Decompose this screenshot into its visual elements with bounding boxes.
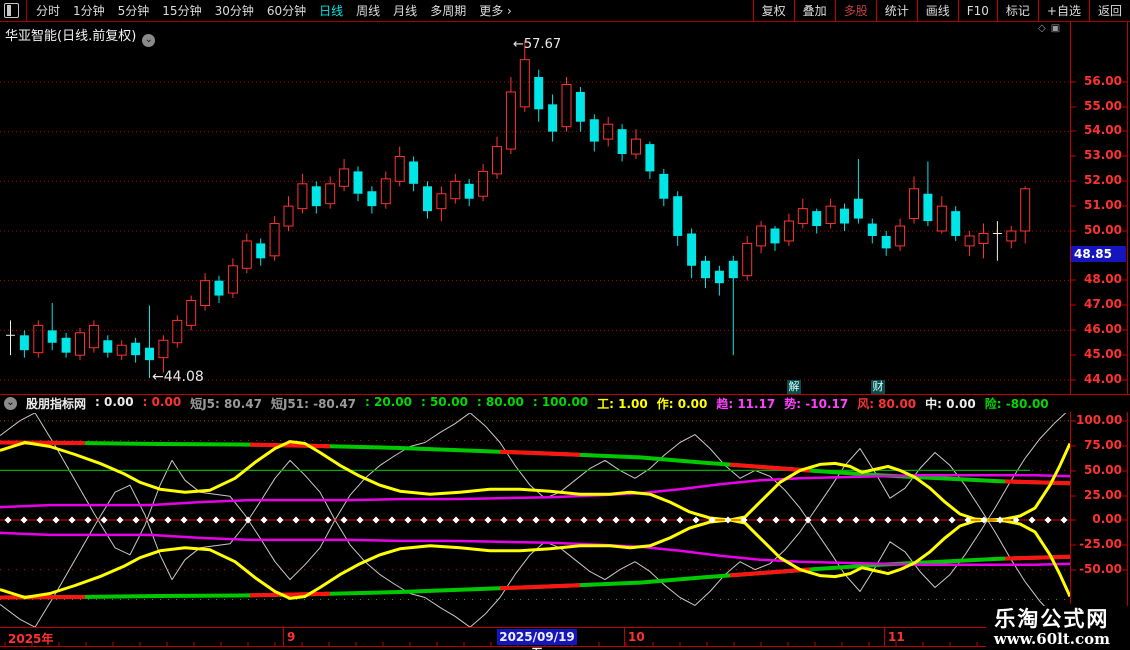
date-divider (884, 628, 885, 647)
menu-button-统计[interactable]: 统计 (876, 0, 917, 21)
menu-item-日线[interactable]: 日线 (319, 2, 343, 19)
chevron-down-icon[interactable]: ⌄ (142, 34, 155, 47)
price-label: 48.00 (1076, 273, 1122, 286)
menu-button-叠加[interactable]: 叠加 (794, 0, 835, 21)
indicator-value: 股朋指标网 (26, 395, 86, 412)
indicator-chevron-icon[interactable]: ⌄ (4, 397, 17, 410)
indicator-axis-label: 50.00 (1076, 464, 1122, 477)
indicator-value: : 80.00 (477, 395, 524, 412)
indicator-value: : 20.00 (365, 395, 412, 412)
indicator-axis-label: 25.00 (1076, 489, 1122, 502)
indicator-value: 工: 1.00 (597, 395, 648, 412)
indicator-value: 中: 0.00 (925, 395, 976, 412)
price-label: 46.00 (1076, 323, 1122, 336)
price-label: 44.00 (1076, 373, 1122, 386)
chart-title-text: 华亚智能(日线.前复权) (5, 29, 136, 44)
overlay-badge-jie[interactable]: 解 (787, 380, 801, 394)
menu-item-分时[interactable]: 分时 (36, 2, 60, 19)
square-icon[interactable]: ▣ (1051, 23, 1065, 34)
menu-item-周线[interactable]: 周线 (356, 2, 380, 19)
overlay-badge-cai[interactable]: 财 (871, 380, 885, 394)
indicator-value: 短J51: -80.47 (271, 395, 356, 412)
menu-button-F10[interactable]: F10 (958, 0, 997, 21)
date-label: 10 (628, 630, 645, 644)
price-label: 52.00 (1076, 174, 1122, 187)
menu-item-5分钟[interactable]: 5分钟 (118, 2, 150, 19)
tools-menu: 复权叠加多股统计画线F10标记+自选返回 (753, 0, 1130, 21)
date-label: 9 (287, 630, 295, 644)
date-label: 11 (888, 630, 905, 644)
chart-corner-icons: ◇▣ (1038, 23, 1065, 34)
menu-item-1分钟[interactable]: 1分钟 (73, 2, 105, 19)
date-divider (283, 628, 284, 647)
indicator-value: 短J5: 80.47 (190, 395, 262, 412)
indicator-value: 作: 0.00 (657, 395, 708, 412)
indicator-value: 险: -80.00 (985, 395, 1049, 412)
indicator-axis-label: 75.00 (1076, 439, 1122, 452)
menu-item-多周期[interactable]: 多周期 (430, 2, 466, 19)
watermark-url: www.60lt.com (994, 631, 1110, 648)
price-label: 54.00 (1076, 124, 1122, 137)
indicator-header: ⌄ 股朋指标网 : 0.00 : 0.00 短J5: 80.47 短J51: -80.4… (0, 394, 1130, 412)
date-label: 2025年 (8, 630, 53, 647)
indicator-axis-label: 100.00 (1076, 414, 1122, 427)
current-price-badge: 48.85 (1071, 246, 1126, 262)
top-menu-bar: 分时 1分钟 5分钟 15分钟 30分钟 60分钟日线周线月线多周期更多 › 复权叠加多股… (0, 0, 1130, 22)
peak-annotation: ←57.67 (513, 37, 561, 52)
indicator-value: 风: 80.00 (857, 395, 916, 412)
chart-canvas[interactable] (0, 0, 1130, 650)
indicator-axis-label: -50.00 (1076, 563, 1122, 576)
menu-item-月线[interactable]: 月线 (393, 2, 417, 19)
indicator-axis-label: -25.00 (1076, 538, 1122, 551)
menu-button-多股[interactable]: 多股 (835, 0, 876, 21)
price-label: 56.00 (1076, 75, 1122, 88)
indicator-value: 趋: 11.17 (716, 395, 775, 412)
menu-button-+自选[interactable]: +自选 (1038, 0, 1089, 21)
menu-separator (26, 0, 27, 21)
low-annotation: ←44.08 (152, 369, 204, 385)
price-label: 47.00 (1076, 298, 1122, 311)
price-label: 50.00 (1076, 224, 1122, 237)
diamond-icon[interactable]: ◇ (1038, 23, 1051, 34)
indicator-value: 势: -10.17 (784, 395, 848, 412)
menu-button-返回[interactable]: 返回 (1089, 0, 1130, 21)
app-window: 分时 1分钟 5分钟 15分钟 30分钟 60分钟日线周线月线多周期更多 › 复权叠加多股… (0, 0, 1130, 650)
chart-title: 华亚智能(日线.前复权) ⌄ (5, 25, 155, 47)
period-menu: 分时 1分钟 5分钟 15分钟 30分钟 60分钟日线周线月线多周期更多 › (36, 2, 512, 19)
menu-button-标记[interactable]: 标记 (997, 0, 1038, 21)
menu-item-更多 ›[interactable]: 更多 › (479, 2, 512, 19)
window-layout-icon[interactable] (4, 3, 19, 18)
indicator-value: : 0.00 (95, 395, 134, 412)
watermark-site-name: 乐淘公式网 (994, 608, 1110, 631)
selected-date-badge: 2025/09/19五 (497, 629, 577, 645)
indicator-value: : 50.00 (421, 395, 468, 412)
price-label: 45.00 (1076, 348, 1122, 361)
indicator-value: : 100.00 (533, 395, 588, 412)
price-label: 55.00 (1076, 100, 1122, 113)
date-divider (624, 628, 625, 647)
indicator-values: 股朋指标网 : 0.00 : 0.00 短J5: 80.47 短J51: -80.47:… (26, 395, 1049, 412)
watermark: 乐淘公式网 www.60lt.com (986, 606, 1114, 648)
menu-item-30分钟[interactable]: 30分钟 (215, 2, 254, 19)
indicator-axis-label: 0.00 (1076, 513, 1122, 526)
price-label: 53.00 (1076, 149, 1122, 162)
menu-button-画线[interactable]: 画线 (917, 0, 958, 21)
menu-item-15分钟[interactable]: 15分钟 (162, 2, 201, 19)
menu-item-60分钟[interactable]: 60分钟 (267, 2, 306, 19)
menu-button-复权[interactable]: 复权 (753, 0, 794, 21)
price-label: 51.00 (1076, 199, 1122, 212)
indicator-value: : 0.00 (143, 395, 182, 412)
